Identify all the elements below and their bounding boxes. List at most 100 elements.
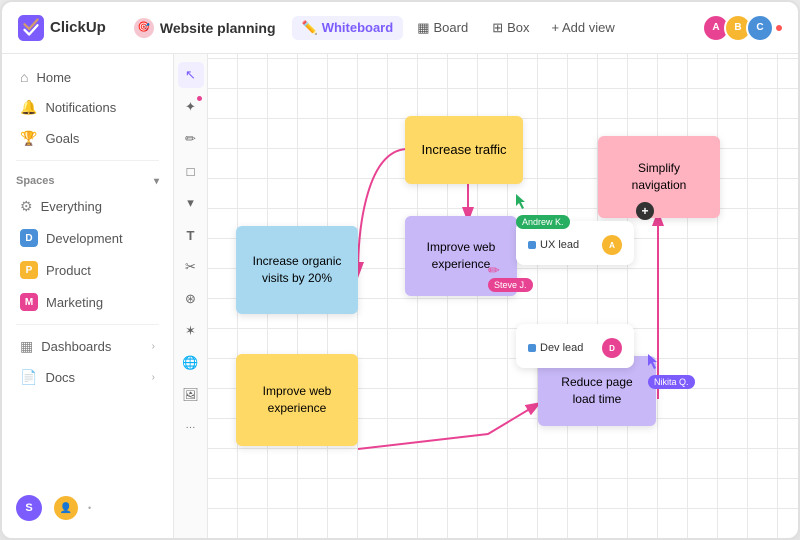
dashboards-chevron-icon: ›	[152, 341, 155, 352]
tab-whiteboard-label: Whiteboard	[322, 20, 394, 35]
cursor-arrow-andrew	[516, 194, 528, 210]
cursor-label-andrew: Andrew K.	[516, 215, 570, 229]
sidebar-spacer	[2, 393, 173, 486]
sticky-simplify-navigation-text: Simplify navigation	[610, 160, 708, 194]
connect-tool-button[interactable]: ⊛	[178, 286, 204, 312]
image-tool-button[interactable]: 🖼	[178, 382, 204, 408]
user-photo: 👤	[52, 494, 80, 522]
whiteboard-toolbar: ↖ ✦ ✏ □ ▾ T ✂ ⊛ ✶ 🌐 🖼 ···	[174, 54, 208, 538]
sticky-improve-web-bottom-text: Improve web experience	[248, 383, 346, 417]
add-view-label: + Add view	[552, 20, 615, 35]
cursor-label-steve: Steve J.	[488, 278, 533, 292]
spaces-label: Spaces	[16, 175, 55, 187]
box-icon: ⊞	[492, 20, 503, 36]
sticky-improve-web-bottom[interactable]: Improve web experience	[236, 354, 358, 446]
canvas-area[interactable]: Increase traffic Improve web experience …	[208, 54, 798, 538]
logo: ClickUp	[18, 15, 106, 41]
main-layout: ⌂ Home 🔔 Notifications 🏆 Goals Spaces ▾ …	[2, 54, 798, 538]
sticky-increase-traffic[interactable]: Increase traffic	[405, 116, 523, 184]
board-icon: ▦	[417, 20, 429, 36]
sidebar-dashboards-label: Dashboards	[41, 339, 111, 354]
spaces-chevron-icon: ▾	[154, 176, 159, 187]
tab-whiteboard[interactable]: ✏️ Whiteboard	[292, 16, 404, 40]
ux-lead-dot	[528, 241, 536, 249]
shapes-dot	[197, 96, 202, 101]
sidebar-development-label: Development	[46, 231, 123, 246]
bell-icon: 🔔	[20, 99, 37, 116]
avatar-3: C	[746, 14, 774, 42]
dev-lead-row: Dev lead D	[528, 338, 622, 358]
cut-tool-button[interactable]: ✂	[178, 254, 204, 280]
sparkle-tool-button[interactable]: ✶	[178, 318, 204, 344]
sidebar-item-home[interactable]: ⌂ Home	[6, 63, 169, 91]
dev-lead-dot	[528, 344, 536, 352]
project-title-area: 🎯 Website planning	[134, 18, 276, 38]
sidebar-item-goals[interactable]: 🏆 Goals	[6, 124, 169, 153]
cursor-nikita: Nikita Q.	[648, 354, 660, 375]
view-tabs: ✏️ Whiteboard ▦ Board ⊞ Box + Add view	[292, 16, 623, 40]
sidebar-item-marketing[interactable]: M Marketing	[6, 287, 169, 317]
pen-cursor-icon: ✏	[488, 262, 500, 278]
sidebar-home-label: Home	[36, 70, 71, 85]
pen-tool-button[interactable]: ✏	[178, 126, 204, 152]
sticky-reduce-page-load-text: Reduce page load time	[550, 374, 644, 408]
sidebar-divider-2	[16, 324, 159, 325]
sidebar-docs-label: Docs	[45, 370, 75, 385]
sidebar-marketing-label: Marketing	[46, 295, 103, 310]
arrow-tool-button[interactable]: ▾	[178, 190, 204, 216]
tab-box[interactable]: ⊞ Box	[482, 16, 539, 40]
rect-tool-button[interactable]: □	[178, 158, 204, 184]
development-badge: D	[20, 229, 38, 247]
shapes-tool-button[interactable]: ✦	[178, 94, 204, 120]
cursor-tool-button[interactable]: ↖	[178, 62, 204, 88]
sidebar-item-dashboards[interactable]: ▦ Dashboards ›	[6, 332, 169, 361]
sidebar-divider-1	[16, 160, 159, 161]
dashboards-icon: ▦	[20, 338, 33, 355]
product-badge: P	[20, 261, 38, 279]
logo-text: ClickUp	[50, 19, 106, 36]
card-dev-lead[interactable]: Dev lead D	[516, 324, 634, 368]
sidebar-item-notifications[interactable]: 🔔 Notifications	[6, 93, 169, 122]
user-avatar: S	[16, 495, 42, 521]
docs-icon: 📄	[20, 369, 37, 386]
user-status-dot: •	[88, 503, 91, 513]
tab-board[interactable]: ▦ Board	[407, 16, 478, 40]
sidebar-item-development[interactable]: D Development	[6, 223, 169, 253]
sidebar-everything-label: Everything	[41, 199, 102, 214]
add-node-button[interactable]: +	[636, 202, 654, 220]
cursor-steve: ✏ Steve J.	[488, 262, 500, 278]
project-name: Website planning	[160, 20, 276, 36]
cursor-label-nikita: Nikita Q.	[648, 375, 695, 389]
sidebar-notifications-label: Notifications	[45, 100, 116, 115]
home-icon: ⌂	[20, 69, 28, 85]
sidebar-item-docs[interactable]: 📄 Docs ›	[6, 363, 169, 392]
add-view-button[interactable]: + Add view	[544, 16, 623, 39]
more-tool-button[interactable]: ···	[178, 414, 204, 440]
sticky-simplify-navigation[interactable]: Simplify navigation	[598, 136, 720, 218]
text-tool-button[interactable]: T	[178, 222, 204, 248]
app-window: ClickUp 🎯 Website planning ✏️ Whiteboard…	[0, 0, 800, 540]
sidebar-item-product[interactable]: P Product	[6, 255, 169, 285]
collaborators-avatars: A B C	[702, 14, 782, 42]
tab-box-label: Box	[507, 20, 529, 35]
docs-chevron-icon: ›	[152, 372, 155, 383]
project-icon: 🎯	[134, 18, 154, 38]
sidebar-product-label: Product	[46, 263, 91, 278]
ux-lead-label: UX lead	[540, 239, 579, 251]
marketing-badge: M	[20, 293, 38, 311]
dev-lead-label: Dev lead	[540, 342, 583, 354]
sidebar-item-everything[interactable]: ⚙ Everything	[6, 192, 169, 221]
ux-lead-avatar: A	[602, 235, 622, 255]
sidebar: ⌂ Home 🔔 Notifications 🏆 Goals Spaces ▾ …	[2, 54, 174, 538]
tab-board-label: Board	[433, 20, 468, 35]
sticky-increase-organic[interactable]: Increase organic visits by 20%	[236, 226, 358, 314]
ux-lead-row: UX lead A	[528, 235, 622, 255]
sidebar-goals-label: Goals	[45, 131, 79, 146]
sticky-increase-organic-text: Increase organic visits by 20%	[248, 253, 346, 287]
whiteboard-icon: ✏️	[302, 20, 318, 36]
online-dot	[776, 25, 782, 31]
spaces-section: Spaces ▾	[2, 167, 173, 191]
cursor-andrew: Andrew K.	[516, 194, 528, 215]
globe-tool-button[interactable]: 🌐	[178, 350, 204, 376]
dev-lead-avatar: D	[602, 338, 622, 358]
